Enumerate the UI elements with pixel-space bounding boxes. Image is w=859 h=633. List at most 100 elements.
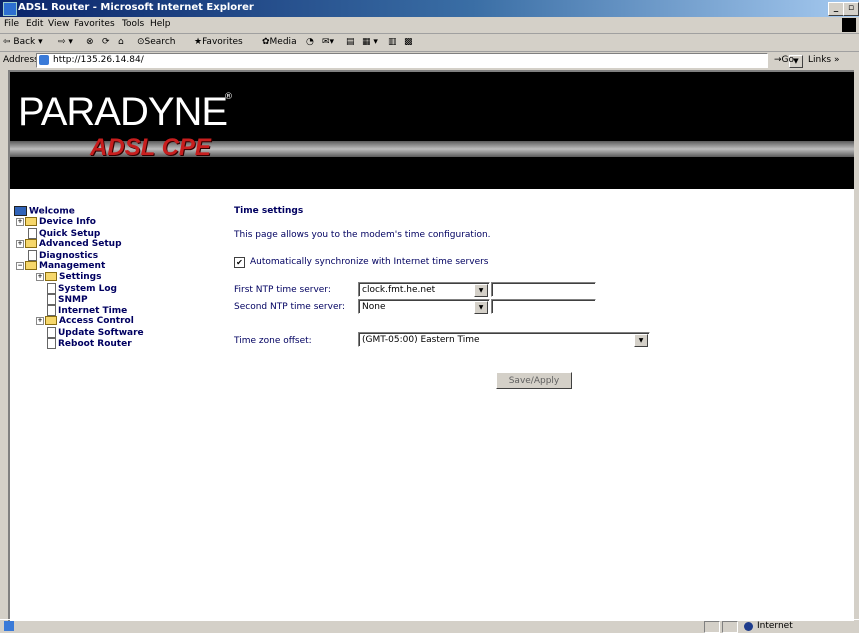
auto-sync-checkbox[interactable]: ✔ [234,257,245,268]
back-label: Back [13,37,36,47]
page-status-icon [4,621,14,631]
nav-label: Diagnostics [39,251,99,261]
page-icon [47,327,56,338]
page-icon [47,305,56,316]
page-icon [28,250,37,261]
expand-icon[interactable]: + [16,217,24,226]
window-title: ADSL Router - Microsoft Internet Explore… [18,2,254,13]
edit-icon[interactable]: ▦ ▾ [362,37,378,47]
back-button[interactable]: ⇦ Back ▾ [3,37,43,47]
nav-item-diagnostics[interactable]: Diagnostics [28,250,98,261]
minimize-button[interactable]: _ [828,2,844,16]
nav-label: SNMP [58,295,88,305]
address-url: http://135.26.14.84/ [53,55,144,65]
status-cell [704,621,720,633]
media-button[interactable]: ✿Media [262,37,297,47]
first-ntp-label: First NTP time server: [234,285,331,295]
nav-item-management[interactable]: − Management [16,261,105,272]
address-label: Address [3,55,39,65]
first-ntp-select[interactable]: clock.fmt.he.net ▼ [358,282,490,297]
forward-button[interactable]: ⇨ ▾ [58,37,73,47]
page-description: This page allows you to the modem's time… [234,230,491,240]
favorites-button[interactable]: ★Favorites [194,37,243,47]
dropdown-arrow-icon[interactable]: ▼ [474,301,488,314]
expand-icon[interactable]: + [36,316,44,325]
nav-item-access-control[interactable]: + Access Control [36,316,134,327]
search-button[interactable]: ⊙Search [137,37,175,47]
nav-label: Internet Time [58,306,128,316]
mail-icon[interactable]: ✉▾ [322,37,334,47]
windows-logo-icon [842,18,856,32]
go-button[interactable]: →Go [774,55,794,65]
go-label: Go [781,55,795,65]
page-icon [47,283,56,294]
address-input[interactable]: http://135.26.14.84/ ▼ [36,53,803,68]
collapse-icon[interactable]: − [16,261,24,270]
nav-label: Update Software [58,328,144,338]
page-icon [47,338,56,349]
window-titlebar: ADSL Router - Microsoft Internet Explore… [0,0,859,17]
favorites-label: Favorites [202,37,243,47]
status-cell [722,621,738,633]
dropdown-arrow-icon[interactable]: ▼ [634,334,648,347]
timezone-label: Time zone offset: [234,336,312,346]
expand-icon[interactable]: + [16,239,24,248]
expand-icon[interactable]: + [36,272,44,281]
paradyne-logo: PARADYNE [18,90,228,134]
second-ntp-label: Second NTP time server: [234,302,346,312]
restore-button[interactable]: ▫ [843,2,859,16]
nav-label: Welcome [29,206,75,217]
menu-view[interactable]: View [48,19,69,29]
nav-label: System Log [58,284,117,294]
page-icon [28,228,37,239]
page-viewport: PARADYNE ® ADSL CPE Welcome + Device Info… [8,70,854,621]
nav-item-snmp[interactable]: SNMP [47,294,88,305]
nav-label: Advanced Setup [39,239,122,249]
messenger-icon[interactable]: ▩ [404,37,413,47]
dropdown-arrow-icon[interactable]: ▼ [474,284,488,297]
internet-zone-icon [744,622,753,631]
security-zone: Internet [757,621,793,631]
save-apply-button[interactable]: Save/Apply [496,372,572,389]
history-icon[interactable]: ◔ [306,37,314,47]
menu-tools[interactable]: Tools [122,19,144,29]
menu-favorites[interactable]: Favorites [74,19,115,29]
print-icon[interactable]: ▤ [346,37,355,47]
nav-item-settings[interactable]: + Settings [36,272,101,283]
home-icon[interactable]: ⌂ [118,37,124,47]
links-label: Links [808,55,832,65]
nav-item-welcome[interactable]: Welcome [14,206,75,217]
links-button[interactable]: Links » [808,55,840,65]
menu-bar: File Edit View Favorites Tools Help [0,17,859,34]
nav-item-system-log[interactable]: System Log [47,283,117,294]
timezone-select[interactable]: (GMT-05:00) Eastern Time ▼ [358,332,650,347]
discuss-icon[interactable]: ▥ [388,37,397,47]
nav-label: Access Control [59,316,134,326]
nav-item-device-info[interactable]: + Device Info [16,217,96,228]
stop-icon[interactable]: ⊗ [86,37,94,47]
page-icon [39,55,49,65]
nav-item-update-software[interactable]: Update Software [47,327,144,338]
nav-item-internet-time[interactable]: Internet Time [47,305,127,316]
auto-sync-label: Automatically synchronize with Internet … [250,257,489,267]
first-ntp-custom-input[interactable] [491,282,596,297]
product-name: ADSL CPE [90,134,211,161]
nav-label: Quick Setup [39,229,101,239]
menu-edit[interactable]: Edit [26,19,43,29]
folder-icon [45,316,57,325]
monitor-icon [14,206,27,216]
menu-file[interactable]: File [4,19,19,29]
open-folder-icon [25,261,37,270]
folder-icon [25,217,37,226]
nav-item-advanced-setup[interactable]: + Advanced Setup [16,239,122,250]
menu-help[interactable]: Help [150,19,171,29]
nav-item-reboot-router[interactable]: Reboot Router [47,338,132,349]
refresh-icon[interactable]: ⟳ [102,37,110,47]
page-icon [47,294,56,305]
nav-label: Device Info [39,217,96,227]
second-ntp-custom-input[interactable] [491,299,596,314]
nav-label: Management [39,261,106,271]
second-ntp-value: None [362,302,386,312]
second-ntp-select[interactable]: None ▼ [358,299,490,314]
nav-item-quick-setup[interactable]: Quick Setup [28,228,100,239]
